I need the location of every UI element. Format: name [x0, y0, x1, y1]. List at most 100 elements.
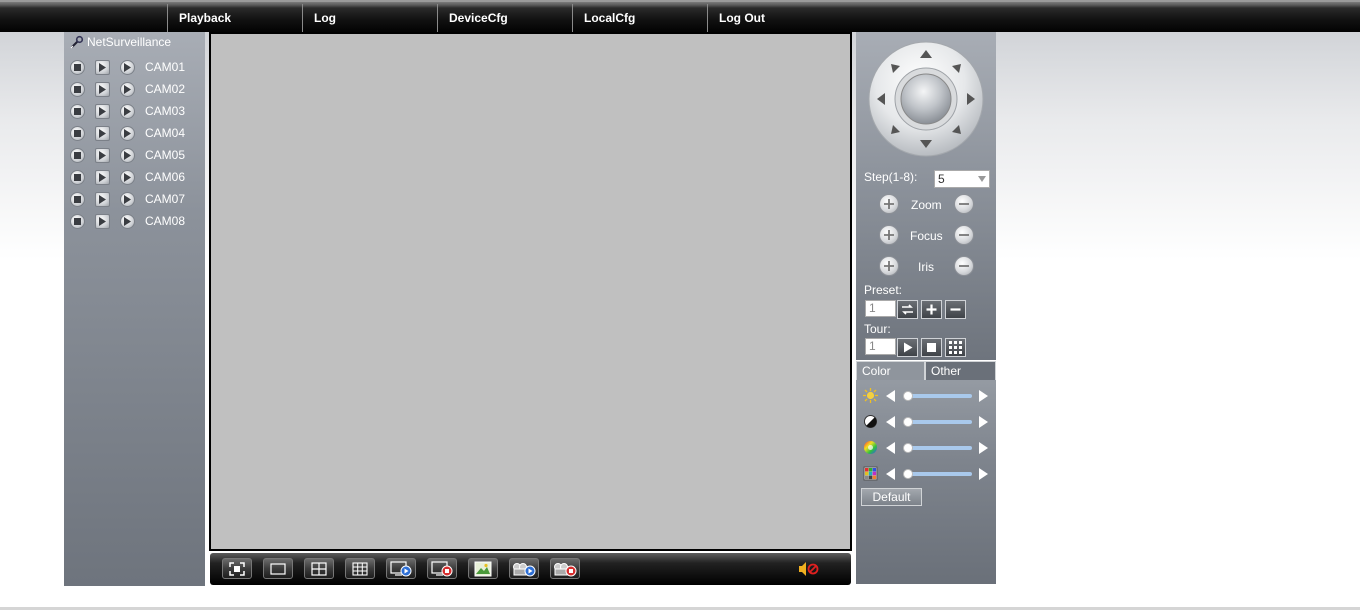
stop-icon — [927, 343, 936, 352]
camera-stop-button[interactable] — [70, 191, 85, 207]
camera-item[interactable]: CAM07 — [70, 190, 200, 208]
decrease-arrow-icon[interactable] — [886, 416, 895, 428]
camera-playback-button[interactable] — [95, 169, 110, 185]
slider-track[interactable] — [903, 469, 972, 479]
device-tree-root[interactable]: NetSurveillance — [70, 35, 171, 49]
minus-icon — [959, 265, 969, 267]
brightness-icon — [863, 388, 878, 403]
preset-input[interactable]: 1 — [865, 300, 896, 317]
camera-play-button[interactable] — [120, 169, 135, 185]
camera-play-button[interactable] — [120, 103, 135, 119]
camera-playback-button[interactable] — [95, 191, 110, 207]
decrease-arrow-icon[interactable] — [886, 390, 895, 402]
camera-item[interactable]: CAM02 — [70, 80, 200, 98]
camera-item[interactable]: CAM08 — [70, 212, 200, 230]
nav-logout[interactable]: Log Out — [707, 4, 842, 32]
nine-view-button[interactable] — [345, 558, 375, 579]
slider-thumb[interactable] — [903, 443, 914, 453]
tab-color[interactable]: Color — [856, 361, 925, 380]
tour-start-button[interactable] — [897, 338, 918, 357]
quad-view-button[interactable] — [304, 558, 334, 579]
play-icon — [99, 216, 106, 226]
focus-near-button[interactable] — [879, 225, 899, 245]
snapshot-button[interactable] — [468, 558, 498, 579]
iris-close-button[interactable] — [954, 256, 974, 276]
preset-add-button[interactable] — [921, 300, 942, 319]
camera-item[interactable]: CAM01 — [70, 58, 200, 76]
tab-other[interactable]: Other — [925, 361, 996, 380]
color-slider-row — [863, 466, 991, 482]
camera-playback-button[interactable] — [95, 103, 110, 119]
device-tree-panel: NetSurveillance CAM01 CAM02 CAM03 CAM04 CAM0… — [64, 32, 205, 586]
zoom-out-button[interactable] — [954, 194, 974, 214]
camera-play-button[interactable] — [120, 213, 135, 229]
open-all-button[interactable] — [386, 558, 416, 579]
preset-delete-button[interactable] — [945, 300, 966, 319]
slider-track[interactable] — [903, 417, 972, 427]
camera-playback-button[interactable] — [95, 147, 110, 163]
camera-playback-button[interactable] — [95, 81, 110, 97]
video-display-area[interactable] — [209, 32, 852, 551]
play-icon — [99, 194, 106, 204]
play-icon — [124, 62, 131, 72]
camera-stop-button[interactable] — [70, 103, 85, 119]
camera-play-button[interactable] — [120, 59, 135, 75]
camera-stop-button[interactable] — [70, 81, 85, 97]
camera-stop-button[interactable] — [70, 169, 85, 185]
focus-far-button[interactable] — [954, 225, 974, 245]
single-view-button[interactable] — [263, 558, 293, 579]
camera-stop-button[interactable] — [70, 147, 85, 163]
nine-view-icon — [352, 561, 368, 576]
slider-thumb[interactable] — [903, 417, 914, 427]
slider-thumb[interactable] — [903, 469, 914, 479]
camera-play-button[interactable] — [120, 147, 135, 163]
camera-item[interactable]: CAM03 — [70, 102, 200, 120]
camera-item[interactable]: CAM06 — [70, 168, 200, 186]
nav-devicecfg[interactable]: DeviceCfg — [437, 4, 572, 32]
camera-playback-button[interactable] — [95, 213, 110, 229]
iris-open-button[interactable] — [879, 256, 899, 276]
camera-stop-button[interactable] — [70, 125, 85, 141]
tour-input[interactable]: 1 — [865, 338, 896, 355]
camera-item[interactable]: CAM05 — [70, 146, 200, 164]
play-icon — [124, 150, 131, 160]
slider-thumb[interactable] — [903, 391, 914, 401]
increase-arrow-icon[interactable] — [979, 442, 988, 454]
camera-stop-button[interactable] — [70, 213, 85, 229]
tour-stop-button[interactable] — [921, 338, 942, 357]
decrease-arrow-icon[interactable] — [886, 442, 895, 454]
nav-localcfg[interactable]: LocalCfg — [572, 4, 707, 32]
ptz-direction-wheel[interactable] — [867, 40, 985, 158]
camera-item[interactable]: CAM04 — [70, 124, 200, 142]
camera-playback-button[interactable] — [95, 59, 110, 75]
camera-play-button[interactable] — [120, 125, 135, 141]
iris-label: Iris — [918, 260, 934, 274]
close-all-button[interactable] — [427, 558, 457, 579]
camera-playback-button[interactable] — [95, 125, 110, 141]
camera-play-button[interactable] — [120, 81, 135, 97]
camera-play-button[interactable] — [120, 191, 135, 207]
step-select[interactable]: 5 — [934, 170, 990, 188]
increase-arrow-icon[interactable] — [979, 416, 988, 428]
fullscreen-button[interactable] — [222, 558, 252, 579]
slider-track[interactable] — [903, 391, 972, 401]
stop-record-button[interactable] — [550, 558, 580, 579]
slider-track[interactable] — [903, 443, 972, 453]
decrease-arrow-icon[interactable] — [886, 468, 895, 480]
nav-log[interactable]: Log — [302, 4, 437, 32]
minus-icon — [959, 203, 969, 205]
tour-config-button[interactable] — [945, 338, 966, 357]
record-icon — [513, 562, 536, 576]
plus-icon — [884, 199, 894, 209]
increase-arrow-icon[interactable] — [979, 390, 988, 402]
increase-arrow-icon[interactable] — [979, 468, 988, 480]
record-button[interactable] — [509, 558, 539, 579]
zoom-in-button[interactable] — [879, 194, 899, 214]
image-color-panel: Color Other Default — [856, 361, 996, 584]
camera-stop-button[interactable] — [70, 59, 85, 75]
default-button[interactable]: Default — [861, 488, 922, 506]
preset-goto-button[interactable] — [897, 300, 918, 319]
nav-playback[interactable]: Playback — [167, 4, 302, 32]
speaker-muted-icon[interactable] — [797, 561, 823, 577]
stop-icon — [74, 129, 81, 137]
